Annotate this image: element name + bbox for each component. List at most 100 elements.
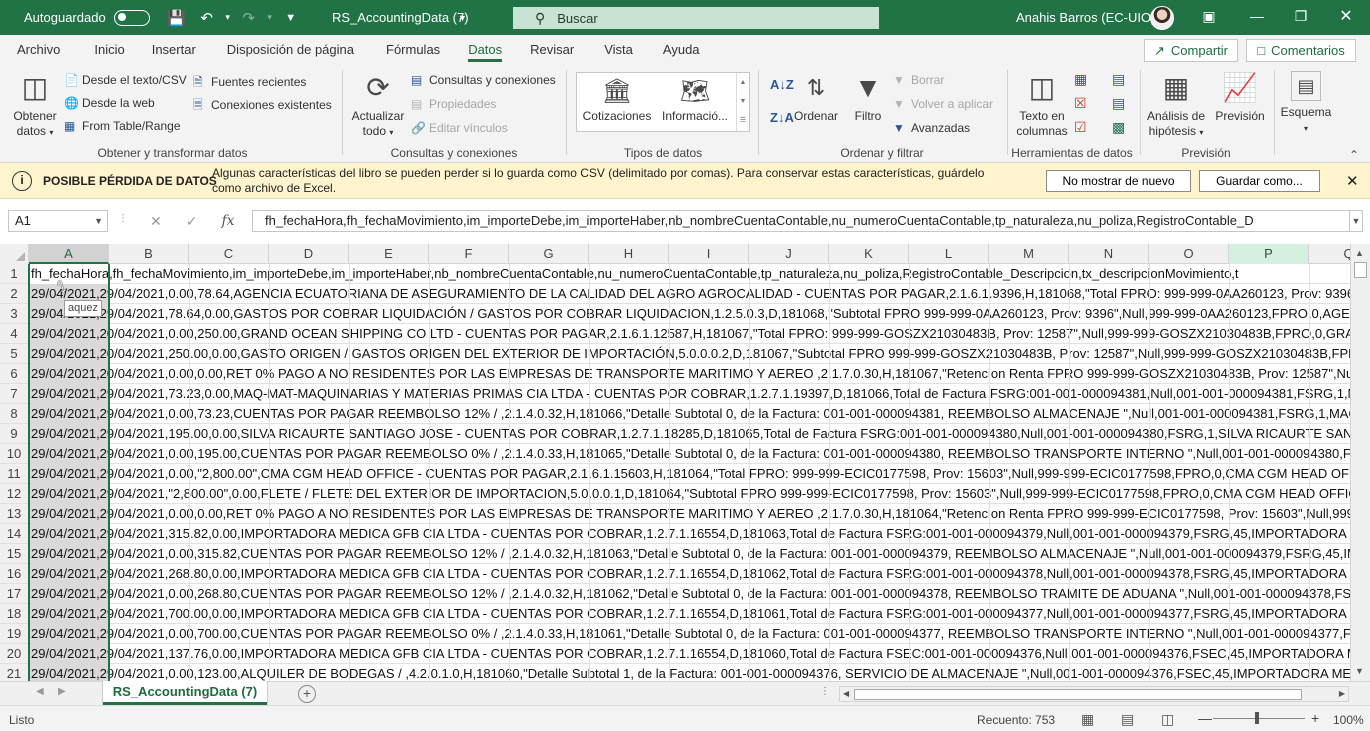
properties-button[interactable]: ▤ Propiedades [411, 97, 496, 111]
flash-fill-icon[interactable]: ▦ [1074, 71, 1087, 88]
zoom-in-icon[interactable]: + [1311, 710, 1319, 726]
row-header[interactable]: 5 [0, 344, 29, 364]
horizontal-scrollbar[interactable]: ◀ ▶ [839, 686, 1349, 702]
get-data-button[interactable]: ◫ Obtener datos ▾ [8, 71, 62, 140]
comments-button[interactable]: □ Comentarios [1246, 39, 1356, 62]
row-header[interactable]: 10 [0, 444, 29, 464]
column-header-a[interactable]: A [29, 244, 109, 264]
row-header[interactable]: 3 [0, 304, 29, 324]
table-row[interactable]: 29/04/2021,20/04/2021,0.00,250.00,GRAND … [29, 324, 1350, 344]
scroll-up-icon[interactable]: ▲ [1355, 248, 1364, 258]
ribbon-display-options-icon[interactable]: ▣ [1199, 8, 1219, 25]
avatar[interactable] [1150, 6, 1174, 30]
row-header[interactable]: 19 [0, 624, 29, 644]
relationships-icon[interactable]: ▤ [1112, 95, 1125, 112]
row-header[interactable]: 16 [0, 564, 29, 584]
data-validation-icon[interactable]: ☑ [1074, 119, 1087, 136]
table-row[interactable]: 29/04/2021,20/04/2021,250.00,0.00,GASTO … [29, 344, 1350, 364]
queries-connections-button[interactable]: ▤ Consultas y conexiones [411, 73, 556, 87]
column-header-n[interactable]: N [1069, 244, 1149, 264]
row-header[interactable]: 21 [0, 664, 29, 681]
zoom-slider-thumb[interactable] [1255, 712, 1259, 724]
undo-icon[interactable]: ↶ [192, 9, 222, 27]
name-box[interactable]: A1 ▼ [8, 210, 108, 232]
select-all-corner[interactable] [0, 244, 29, 264]
row-header[interactable]: 12 [0, 484, 29, 504]
tab-revisar[interactable]: Revisar [516, 35, 588, 65]
manage-data-model-icon[interactable]: ▩ [1112, 119, 1125, 136]
title-dropdown-icon[interactable]: ▼ [458, 13, 467, 23]
minimize-icon[interactable]: — [1247, 8, 1267, 24]
sort-button[interactable]: ⇅ Ordenar [793, 71, 839, 124]
zoom-out-icon[interactable]: — [1198, 710, 1212, 726]
horizontal-scroll-thumb[interactable] [854, 689, 1302, 700]
formula-input[interactable]: fh_fechaHora,fh_fechaMovimiento,im_impor… [252, 210, 1350, 232]
undo-dropdown-icon[interactable]: ▾ [222, 12, 234, 23]
sort-za-icon[interactable]: Z↓A [770, 110, 794, 125]
row-header[interactable]: 15 [0, 544, 29, 564]
row-header[interactable]: 17 [0, 584, 29, 604]
table-row[interactable]: 29/04/2021,29/04/2021,0.00,123.00,ALQUIL… [29, 664, 1350, 681]
tab-split-grip-icon[interactable]: ⋮ [820, 686, 830, 697]
tab-insertar[interactable]: Insertar [138, 35, 210, 65]
from-table-button[interactable]: ▦ From Table/Range [64, 119, 181, 133]
edit-links-button[interactable]: 🔗 Editar vínculos [411, 121, 508, 135]
close-message-icon[interactable]: ✕ [1346, 172, 1359, 190]
table-row[interactable]: 29/04/2021,29/04/2021,268.80,0.00,IMPORT… [29, 564, 1350, 584]
recent-sources-button[interactable]: 🗎 Fuentes recientes [193, 73, 306, 94]
zoom-slider[interactable] [1213, 718, 1305, 719]
column-header-j[interactable]: J [749, 244, 829, 264]
tab-datos[interactable]: Datos [454, 35, 516, 65]
stocks-button[interactable]: 🏛 Cotizaciones [581, 79, 653, 124]
table-row[interactable]: 29/04/2021,29/04/2021,0.00,195.00,CUENTA… [29, 444, 1350, 464]
table-row[interactable]: 29/04/2021,29/04/2021,0.00,73.23,CUENTAS… [29, 404, 1350, 424]
table-row[interactable]: 29/04/2021,29/04/2021,73.23,0.00,MAQ-MAT… [29, 384, 1350, 404]
row-header[interactable]: 4 [0, 324, 29, 344]
save-as-button[interactable]: Guardar como... [1199, 170, 1320, 192]
worksheet-grid[interactable]: ABCDEFGHIJKLMNOPQ 1 fh_fechaHora,fh_fecha… [0, 244, 1350, 681]
table-row[interactable]: 29/04/2021,29/04/2021,195.00,0.00,SILVA … [29, 424, 1350, 444]
prev-sheet-icon[interactable]: ◀ [36, 686, 44, 697]
table-row[interactable]: 29/04/2021,29/04/2021,0.00,78.64,AGENCIA… [29, 284, 1350, 304]
scroll-down-icon[interactable]: ▼ [1355, 666, 1364, 676]
tab-inicio[interactable]: Inicio [74, 35, 137, 65]
column-header-p[interactable]: P [1229, 244, 1309, 264]
name-box-dropdown-icon[interactable]: ▼ [94, 211, 103, 231]
table-row[interactable]: 29/04/2021,29/04/2021,0.00,268.80,CUENTA… [29, 584, 1350, 604]
table-row[interactable]: 29/04/2021,29/04/2021,"2,800.00",0.00,FL… [29, 484, 1350, 504]
from-text-button[interactable]: 📄 Desde el texto/CSV [64, 73, 187, 87]
row-header[interactable]: 8 [0, 404, 29, 424]
clear-button[interactable]: ▼ Borrar [893, 73, 944, 87]
column-header-q[interactable]: Q [1309, 244, 1350, 264]
sort-az-icon[interactable]: A↓Z [770, 77, 794, 92]
existing-connections-button[interactable]: 🗏 Conexiones existentes [193, 96, 332, 117]
autosave-toggle[interactable] [113, 9, 150, 26]
column-header-o[interactable]: O [1149, 244, 1229, 264]
enter-icon[interactable]: ✓ [186, 213, 198, 230]
gallery-scroll[interactable]: ▲ ▼ ☰ [736, 73, 749, 131]
collapse-ribbon-icon[interactable]: ⌃ [1349, 148, 1359, 162]
cancel-icon[interactable]: ✕ [150, 213, 162, 230]
column-header-e[interactable]: E [349, 244, 429, 264]
table-row[interactable]: 29/04/2021,29/04/2021,0.00,315.82,CUENTA… [29, 544, 1350, 564]
table-row[interactable]: 29/04/2021,20/04/2021,0.00,0.00,RET 0% P… [29, 364, 1350, 384]
scroll-left-icon[interactable]: ◀ [843, 689, 849, 698]
tab-archivo[interactable]: Archivo [0, 35, 74, 65]
column-header-k[interactable]: K [829, 244, 909, 264]
table-row[interactable]: 29/04/2021,29/04/2021,0.00,"2,800.00",CM… [29, 464, 1350, 484]
sheet-tab-active[interactable]: RS_AccountingData (7) [103, 681, 267, 705]
row-header[interactable]: 7 [0, 384, 29, 404]
table-row[interactable]: 29/04/2021,29/04/2021,315.82,0.00,IMPORT… [29, 524, 1350, 544]
row-header[interactable]: 14 [0, 524, 29, 544]
column-header-m[interactable]: M [989, 244, 1069, 264]
share-button[interactable]: ↗ Compartir [1144, 39, 1238, 62]
row-header[interactable]: 6 [0, 364, 29, 384]
row-header[interactable]: 18 [0, 604, 29, 624]
tab-ayuda[interactable]: Ayuda [649, 35, 714, 65]
row-header[interactable]: 20 [0, 644, 29, 664]
column-header-i[interactable]: I [669, 244, 749, 264]
table-row[interactable]: 29/04/2021,29/04/2021,78.64,0.00,GASTOS … [29, 304, 1350, 324]
restore-icon[interactable]: ❐ [1291, 8, 1311, 25]
row-header[interactable]: 1 [0, 264, 29, 284]
remove-duplicates-icon[interactable]: ☒ [1074, 95, 1087, 112]
